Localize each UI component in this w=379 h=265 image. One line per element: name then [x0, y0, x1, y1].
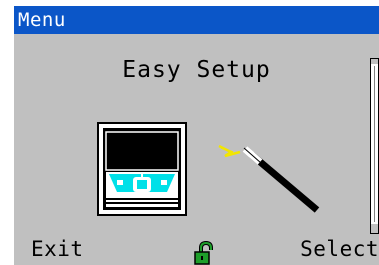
title-bar: Menu [14, 6, 379, 34]
easy-setup-illustration[interactable] [97, 122, 329, 222]
magic-wand-icon [218, 144, 320, 213]
page-title: Easy Setup [122, 57, 271, 83]
scrollbar[interactable] [370, 58, 379, 234]
menu-title: Menu [18, 9, 66, 31]
select-softkey[interactable]: Select [300, 236, 379, 262]
device-screen: Menu Easy Setup Exit Select [14, 6, 379, 265]
unlocked-padlock-icon [194, 241, 214, 265]
scrollbar-track [370, 58, 379, 234]
exit-softkey[interactable]: Exit [31, 236, 84, 262]
recorder-device-icon [97, 122, 187, 216]
